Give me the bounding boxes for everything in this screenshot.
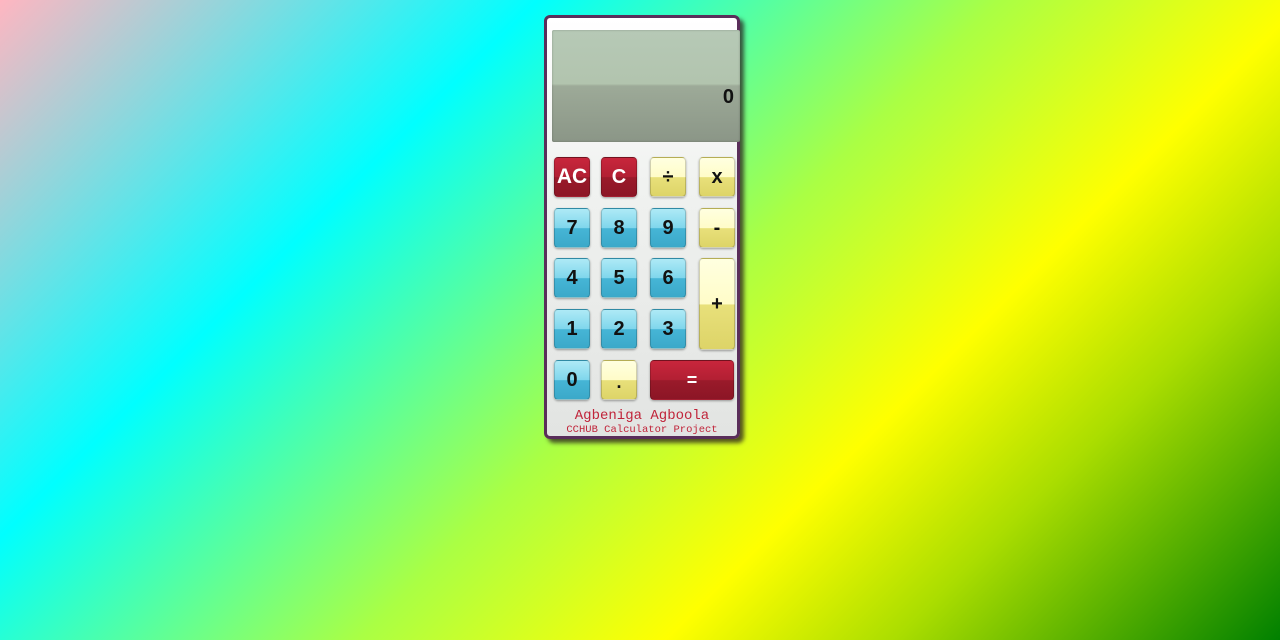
digit-4-button[interactable]: 4	[554, 258, 590, 298]
subtract-button[interactable]: -	[699, 208, 735, 248]
digit-2-button[interactable]: 2	[601, 309, 637, 349]
display-value: 0	[722, 86, 734, 108]
all-clear-button[interactable]: AC	[554, 157, 590, 197]
equals-button[interactable]: =	[650, 360, 734, 400]
author-name: Agbeniga Agboola	[574, 408, 710, 424]
decimal-button[interactable]: .	[601, 360, 637, 400]
calculator: 0 AC C ÷ x 7 8 9 - 4 5 6 + 1 2 3 0 . = A…	[544, 15, 740, 439]
digit-7-button[interactable]: 7	[554, 208, 590, 248]
digit-3-button[interactable]: 3	[650, 309, 686, 349]
divide-button[interactable]: ÷	[650, 157, 686, 197]
digit-9-button[interactable]: 9	[650, 208, 686, 248]
calculator-display: 0	[552, 30, 740, 142]
add-button[interactable]: +	[699, 258, 735, 350]
digit-6-button[interactable]: 6	[650, 258, 686, 298]
clear-button[interactable]: C	[601, 157, 637, 197]
project-title: CCHUB Calculator Project	[566, 424, 718, 436]
digit-1-button[interactable]: 1	[554, 309, 590, 349]
multiply-button[interactable]: x	[699, 157, 735, 197]
digit-8-button[interactable]: 8	[601, 208, 637, 248]
digit-5-button[interactable]: 5	[601, 258, 637, 298]
digit-0-button[interactable]: 0	[554, 360, 590, 400]
credits: Agbeniga Agboola CCHUB Calculator Projec…	[547, 408, 737, 436]
